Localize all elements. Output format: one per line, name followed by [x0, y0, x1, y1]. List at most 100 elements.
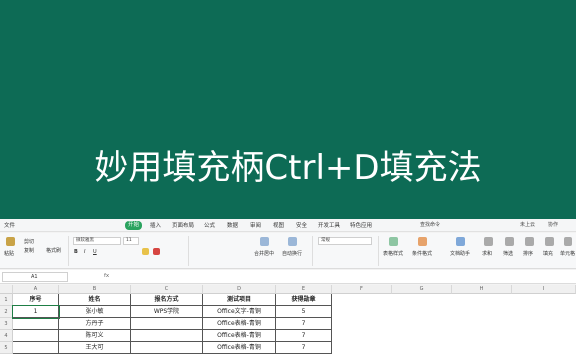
- table-cell[interactable]: [131, 318, 203, 330]
- table-cell[interactable]: Office表格-青铜: [203, 318, 276, 330]
- table-cell[interactable]: 7: [276, 318, 332, 330]
- menu-formula[interactable]: 公式: [204, 221, 215, 229]
- table-cell[interactable]: 张小敏: [59, 306, 131, 318]
- column-header[interactable]: H: [452, 285, 512, 294]
- row-header[interactable]: 4: [0, 330, 13, 342]
- table-cell[interactable]: [131, 330, 203, 342]
- table-cell[interactable]: WPS学院: [131, 306, 203, 318]
- cloud-status[interactable]: 未上云: [520, 221, 535, 228]
- header-cell[interactable]: 序号: [13, 294, 59, 306]
- table-cell[interactable]: 1: [12, 305, 60, 319]
- row-header[interactable]: 5: [0, 342, 13, 354]
- paste-icon: [6, 237, 15, 246]
- search-command[interactable]: 查找命令: [420, 221, 440, 228]
- table-cell[interactable]: [13, 330, 59, 342]
- table-cell[interactable]: 5: [276, 306, 332, 318]
- column-header[interactable]: G: [392, 285, 452, 294]
- paste-button[interactable]: 粘贴: [4, 250, 14, 257]
- font-size-select[interactable]: 11: [123, 237, 139, 245]
- row-header[interactable]: 2: [0, 306, 13, 318]
- doc-assist-button[interactable]: 文档助手: [450, 250, 470, 257]
- font-name-select[interactable]: 微软雅黑: [73, 237, 121, 245]
- table-cell[interactable]: [13, 318, 59, 330]
- bold-button[interactable]: B: [74, 249, 78, 255]
- ribbon-toolbar: 粘贴 剪切 复制 格式刷 微软雅黑 11 B I U 合并居中 自动换行 常规 …: [0, 233, 576, 269]
- menu-data[interactable]: 数据: [227, 221, 238, 229]
- filter-button[interactable]: 筛选: [503, 250, 513, 257]
- cond-format-icon: [418, 237, 427, 246]
- menu-security[interactable]: 安全: [296, 221, 307, 229]
- menu-insert[interactable]: 插入: [150, 221, 161, 229]
- collab-button[interactable]: 协作: [548, 221, 558, 228]
- cell-button[interactable]: 单元格: [560, 250, 575, 257]
- merge-icon: [260, 237, 269, 246]
- corner-select-all[interactable]: [0, 285, 13, 294]
- menu-view[interactable]: 视图: [273, 221, 284, 229]
- sum-icon: [484, 237, 493, 246]
- header-cell[interactable]: 姓名: [59, 294, 131, 306]
- table-cell[interactable]: [131, 342, 203, 354]
- menu-bar: 文件 开始 插入 页面布局 公式 数据 审阅 视图 安全 开发工具 特色应用 查…: [0, 219, 576, 232]
- header-cell[interactable]: 测试项目: [203, 294, 276, 306]
- column-header[interactable]: C: [131, 285, 203, 294]
- column-header[interactable]: I: [512, 285, 576, 294]
- wrap-text-button[interactable]: 自动换行: [282, 250, 302, 257]
- spreadsheet-app: 文件 开始 插入 页面布局 公式 数据 审阅 视图 安全 开发工具 特色应用 查…: [0, 219, 576, 360]
- italic-button[interactable]: I: [84, 249, 85, 255]
- sort-button[interactable]: 排序: [523, 250, 533, 257]
- table-cell[interactable]: 7: [276, 330, 332, 342]
- column-header[interactable]: D: [203, 285, 276, 294]
- table-cell[interactable]: 方丹子: [59, 318, 131, 330]
- fill-icon: [545, 237, 554, 246]
- table-cell[interactable]: Office文字-青铜: [203, 306, 276, 318]
- table-cell[interactable]: [13, 342, 59, 354]
- cond-format-button[interactable]: 条件格式: [412, 250, 432, 257]
- menu-features[interactable]: 特色应用: [350, 221, 372, 229]
- table-style-button[interactable]: 表格样式: [383, 250, 403, 257]
- cut-button[interactable]: 剪切: [24, 238, 34, 245]
- sheet-grid: A B C D E F G H I 1 2 3 4 5 序号 姓名 报名方式 测…: [0, 285, 576, 360]
- table-cell[interactable]: 7: [276, 342, 332, 354]
- underline-button[interactable]: U: [93, 249, 97, 255]
- column-header[interactable]: B: [59, 285, 131, 294]
- menu-developer[interactable]: 开发工具: [318, 221, 340, 229]
- table-cell[interactable]: 陈可义: [59, 330, 131, 342]
- copy-button[interactable]: 复制: [24, 247, 34, 254]
- video-title: 妙用填充柄Ctrl+D填充法: [94, 148, 482, 188]
- sort-icon: [525, 237, 534, 246]
- number-format-select[interactable]: 常规: [318, 237, 372, 245]
- cell-icon: [564, 237, 572, 246]
- menu-page-layout[interactable]: 页面布局: [172, 221, 194, 229]
- filter-icon: [505, 237, 514, 246]
- table-cell[interactable]: 王大可: [59, 342, 131, 354]
- row-header[interactable]: 1: [0, 294, 13, 306]
- doc-assist-icon: [456, 237, 465, 246]
- name-box[interactable]: A1: [2, 272, 68, 282]
- header-cell[interactable]: 报名方式: [131, 294, 203, 306]
- format-painter-button[interactable]: 格式刷: [46, 247, 61, 254]
- ribbon-divider: [188, 236, 189, 266]
- font-color-icon[interactable]: [153, 248, 160, 255]
- table-cell[interactable]: Office表格-青铜: [203, 330, 276, 342]
- menu-review[interactable]: 审阅: [250, 221, 261, 229]
- formula-bar: A1 fx: [0, 270, 576, 284]
- table-cell[interactable]: Office表格-青铜: [203, 342, 276, 354]
- menu-home[interactable]: 开始: [125, 221, 143, 230]
- title-panel: 妙用填充柄Ctrl+D填充法: [0, 0, 576, 219]
- header-cell[interactable]: 获得勋章: [276, 294, 332, 306]
- fill-color-icon[interactable]: [142, 248, 149, 255]
- column-header[interactable]: E: [276, 285, 332, 294]
- merge-center-button[interactable]: 合并居中: [254, 250, 274, 257]
- ribbon-divider: [68, 236, 69, 266]
- ribbon-divider: [378, 236, 379, 266]
- table-style-icon: [389, 237, 398, 246]
- column-header[interactable]: A: [13, 285, 59, 294]
- ribbon-divider: [312, 236, 313, 266]
- column-header[interactable]: F: [332, 285, 392, 294]
- fx-icon[interactable]: fx: [104, 273, 109, 279]
- row-header[interactable]: 3: [0, 318, 13, 330]
- fill-button[interactable]: 填充: [543, 250, 553, 257]
- wrap-icon: [288, 237, 297, 246]
- sum-button[interactable]: 求和: [482, 250, 492, 257]
- menu-file[interactable]: 文件: [4, 221, 15, 229]
